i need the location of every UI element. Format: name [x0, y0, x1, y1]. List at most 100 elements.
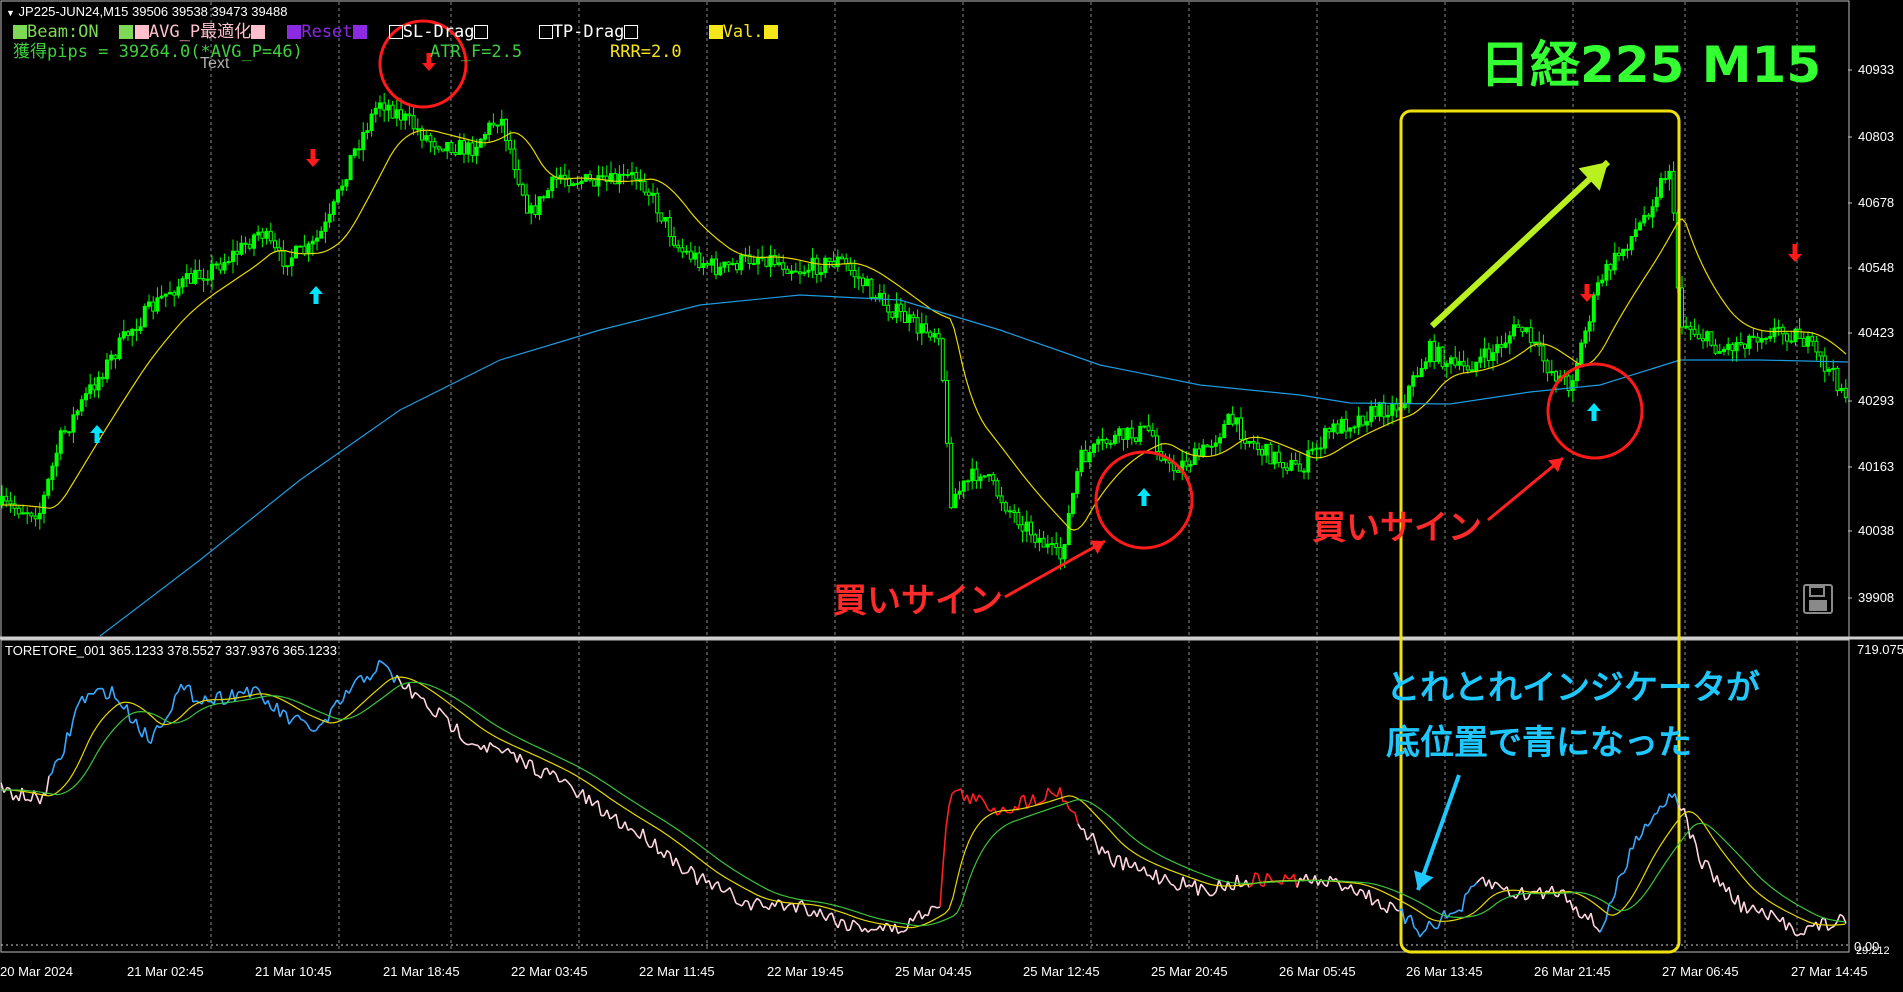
oscillator-line [744, 899, 749, 903]
save-icon[interactable] [1803, 584, 1833, 614]
candle-body [1810, 336, 1815, 342]
candle-body [1209, 445, 1214, 448]
candle-body [1335, 423, 1340, 434]
sl-drag-button[interactable]: SL-Drag [388, 22, 489, 42]
candle-body [1583, 330, 1588, 344]
oscillator-line [1494, 881, 1499, 885]
oscillator-line [951, 790, 956, 795]
candle-body [1839, 387, 1844, 392]
oscillator-line [1656, 805, 1661, 814]
candle-body [399, 109, 403, 121]
candle-body [1129, 427, 1134, 439]
candle-body [340, 185, 345, 191]
collapse-triangle-icon[interactable]: ▼ [6, 8, 15, 18]
candle-body [1033, 534, 1038, 543]
avg-p-optimize-button[interactable]: AVG_P最適化 [118, 22, 266, 42]
oscillator-line [945, 805, 950, 828]
oscillator-line [1788, 922, 1793, 928]
tp-drag-button[interactable]: TP-Drag [538, 22, 639, 42]
candle-body [781, 262, 786, 270]
candle-body [457, 140, 462, 155]
candle-body [1008, 510, 1012, 513]
candle-body [466, 142, 471, 155]
oscillator-line [1044, 787, 1049, 801]
candle-body [520, 183, 525, 196]
oscillator-line [219, 691, 224, 705]
candle-body [982, 475, 987, 478]
candle-body [411, 115, 416, 130]
text-object-label[interactable]: Text [200, 55, 229, 73]
oscillator-line [516, 753, 521, 763]
candle-body [613, 172, 618, 185]
candle-body [1503, 342, 1508, 348]
candle-body [1113, 434, 1117, 444]
oscillator-line [105, 697, 110, 700]
oscillator-line [786, 903, 791, 908]
candle-body [281, 250, 286, 267]
candle-body [184, 273, 189, 280]
candle-body [84, 393, 88, 401]
price-axis-label: 40038 [1858, 523, 1895, 538]
oscillator-line [540, 769, 545, 779]
oscillator-line [1632, 835, 1637, 850]
candle-body [1432, 340, 1437, 363]
val-button[interactable]: Val. [708, 22, 778, 42]
oscillator-line [912, 914, 917, 922]
oscillator-line [285, 711, 290, 725]
candle-body [1776, 326, 1781, 329]
oscillator-line [981, 797, 986, 804]
oscillator-line [918, 910, 923, 920]
candle-body [1528, 327, 1533, 343]
beam-toggle-button[interactable]: Beam:ON [13, 22, 99, 42]
oscillator-line [723, 889, 728, 893]
candle-body [1570, 380, 1575, 392]
candle-body [1692, 328, 1697, 335]
oscillator-line [291, 715, 296, 721]
oscillator-line [417, 694, 422, 699]
annotation-arrow-1 [1004, 539, 1106, 599]
candle-body [852, 269, 857, 278]
candle-body [231, 250, 235, 263]
oscillator-line [645, 840, 650, 848]
candle-body [1407, 385, 1411, 404]
candle-body [428, 135, 433, 143]
candle-body [239, 242, 244, 255]
oscillator-line [528, 759, 533, 762]
candle-body [1327, 428, 1332, 433]
oscillator-line [996, 812, 1001, 816]
oscillator-line [330, 704, 335, 710]
oscillator-line [735, 902, 740, 906]
candle-body [1705, 331, 1710, 342]
oscillator-line [1263, 873, 1268, 887]
candle-body [260, 231, 265, 239]
oscillator-line [213, 693, 218, 705]
reset-button[interactable]: Reset [287, 22, 367, 42]
candle-body [462, 140, 466, 155]
candle-body [680, 247, 685, 253]
candle-body [1411, 375, 1416, 387]
trading-chart[interactable] [0, 0, 1903, 992]
candle-body [1806, 336, 1810, 347]
candle-body [264, 230, 269, 239]
candle-body [1239, 417, 1243, 440]
candle-body [1045, 543, 1050, 548]
oscillator-line [1482, 876, 1487, 887]
sell-arrow-icon [306, 149, 320, 167]
oscillator-line [1590, 913, 1595, 927]
candle-body [1041, 537, 1046, 548]
oscillator-line [507, 748, 512, 754]
candle-body [1155, 435, 1159, 453]
candle-body [508, 139, 513, 150]
oscillator-line [171, 695, 176, 710]
candle-body [970, 468, 975, 482]
candle-body [1827, 368, 1831, 372]
candle-body [1092, 443, 1096, 453]
time-axis-label: 22 Mar 19:45 [767, 964, 844, 979]
oscillator-line [1740, 901, 1745, 913]
candle-body [621, 173, 626, 176]
oscillator-line [1593, 925, 1598, 930]
candle-body [718, 266, 723, 276]
candle-body [407, 113, 412, 117]
candle-body [1218, 437, 1222, 444]
oscillator-header: TORETORE_001 365.1233 378.5527 337.9376 … [5, 643, 338, 658]
